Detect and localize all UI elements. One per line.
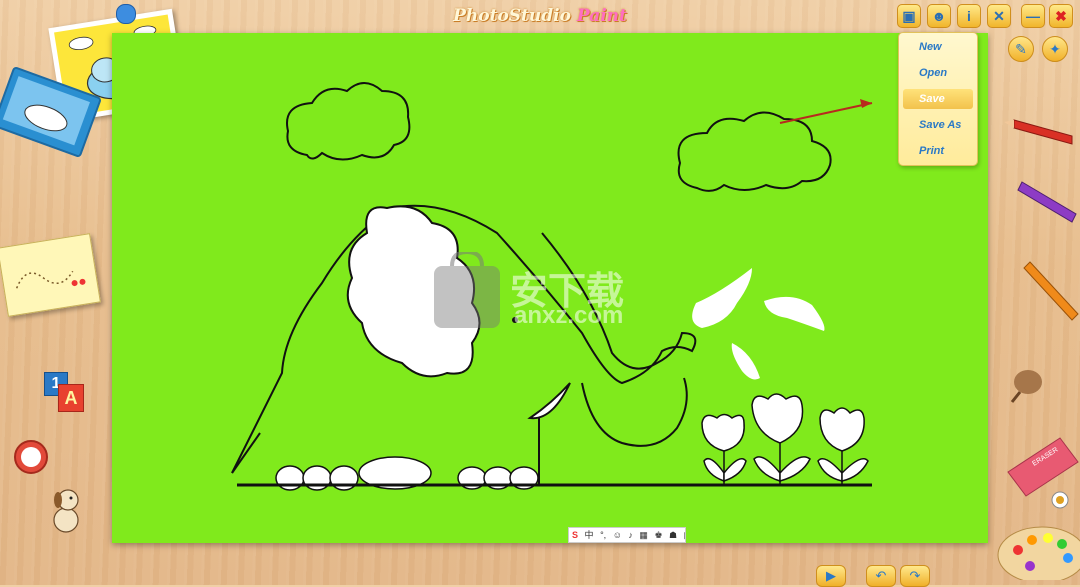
ime-menu[interactable]: ▦ [684, 528, 685, 542]
orange-crayon[interactable] [1023, 261, 1079, 321]
users-button[interactable]: ☻ [927, 4, 951, 28]
menu-item-print[interactable]: Print [903, 141, 973, 161]
ime-skin[interactable]: ♚ [654, 528, 662, 542]
app-title: PhotoStudio Paint [453, 6, 627, 26]
tulip-2 [751, 393, 811, 485]
watermark-bag-icon [434, 252, 500, 328]
dot-to-dot-book[interactable] [0, 233, 101, 317]
color-wheel[interactable] [1051, 491, 1069, 509]
minimize-button[interactable]: — [1021, 4, 1045, 28]
menu-item-save[interactable]: Save [903, 89, 973, 109]
ime-punct[interactable]: °, [600, 528, 606, 542]
abc-blocks[interactable]: 1 A [44, 372, 84, 412]
dog-icon [53, 489, 79, 533]
menu-item-open[interactable]: Open [903, 63, 973, 83]
dog-toy[interactable] [44, 486, 84, 534]
clock-icon [21, 447, 41, 467]
left-cloud [286, 82, 411, 161]
right-cloud [677, 111, 832, 192]
water-drop-3 [731, 343, 760, 380]
tulip-1 [701, 413, 747, 485]
undo-button[interactable]: ↶ [866, 565, 896, 587]
alarm-clock[interactable] [14, 440, 48, 474]
menu-item-save-as[interactable]: Save As [903, 115, 973, 135]
file-menu: New Open Save Save As Print [898, 32, 978, 166]
pencil-tool[interactable]: ✎ [1008, 36, 1034, 62]
paint-palette[interactable] [997, 526, 1080, 580]
ime-logo[interactable]: S [572, 528, 578, 542]
water-drop-2 [764, 296, 825, 331]
play-button[interactable]: ▶ [816, 565, 846, 587]
paint-brush[interactable] [1010, 370, 1042, 403]
ime-emoji[interactable]: ☺ [613, 528, 622, 542]
settings-button[interactable]: ✕ [987, 4, 1011, 28]
purple-marker[interactable] [1017, 181, 1077, 223]
dot-book-icon [15, 270, 86, 289]
ime-shirt[interactable]: ☗ [669, 528, 677, 542]
close-button[interactable]: ✖ [1049, 4, 1073, 28]
block-letter-a: A [58, 384, 84, 412]
right-tray: ERASER [997, 119, 1080, 580]
eraser[interactable]: ERASER [1007, 437, 1079, 497]
tulip-3 [817, 407, 869, 485]
menu-item-new[interactable]: New [903, 37, 973, 57]
info-button[interactable]: i [957, 4, 981, 28]
water-drop-1 [692, 268, 752, 328]
edit-button[interactable]: ▣ [897, 4, 921, 28]
magic-wand-icon: ✦ [1049, 41, 1061, 57]
ime-keyboard[interactable]: ▦ [639, 528, 648, 542]
ime-voice[interactable]: ♪ [628, 528, 633, 542]
ime-lang[interactable]: 中 [585, 528, 594, 542]
magic-wand-tool[interactable]: ✦ [1042, 36, 1068, 62]
red-pencil[interactable] [1004, 119, 1073, 145]
ime-statusbar: S 中 °, ☺ ♪ ▦ ♚ ☗ ▦ [568, 527, 686, 543]
elephant-tusk [527, 382, 571, 420]
redo-button[interactable]: ↷ [900, 565, 930, 587]
pencil-icon: ✎ [1015, 41, 1027, 57]
watermark-subtext: anxz.com [514, 302, 624, 329]
push-pin-icon [116, 4, 136, 24]
